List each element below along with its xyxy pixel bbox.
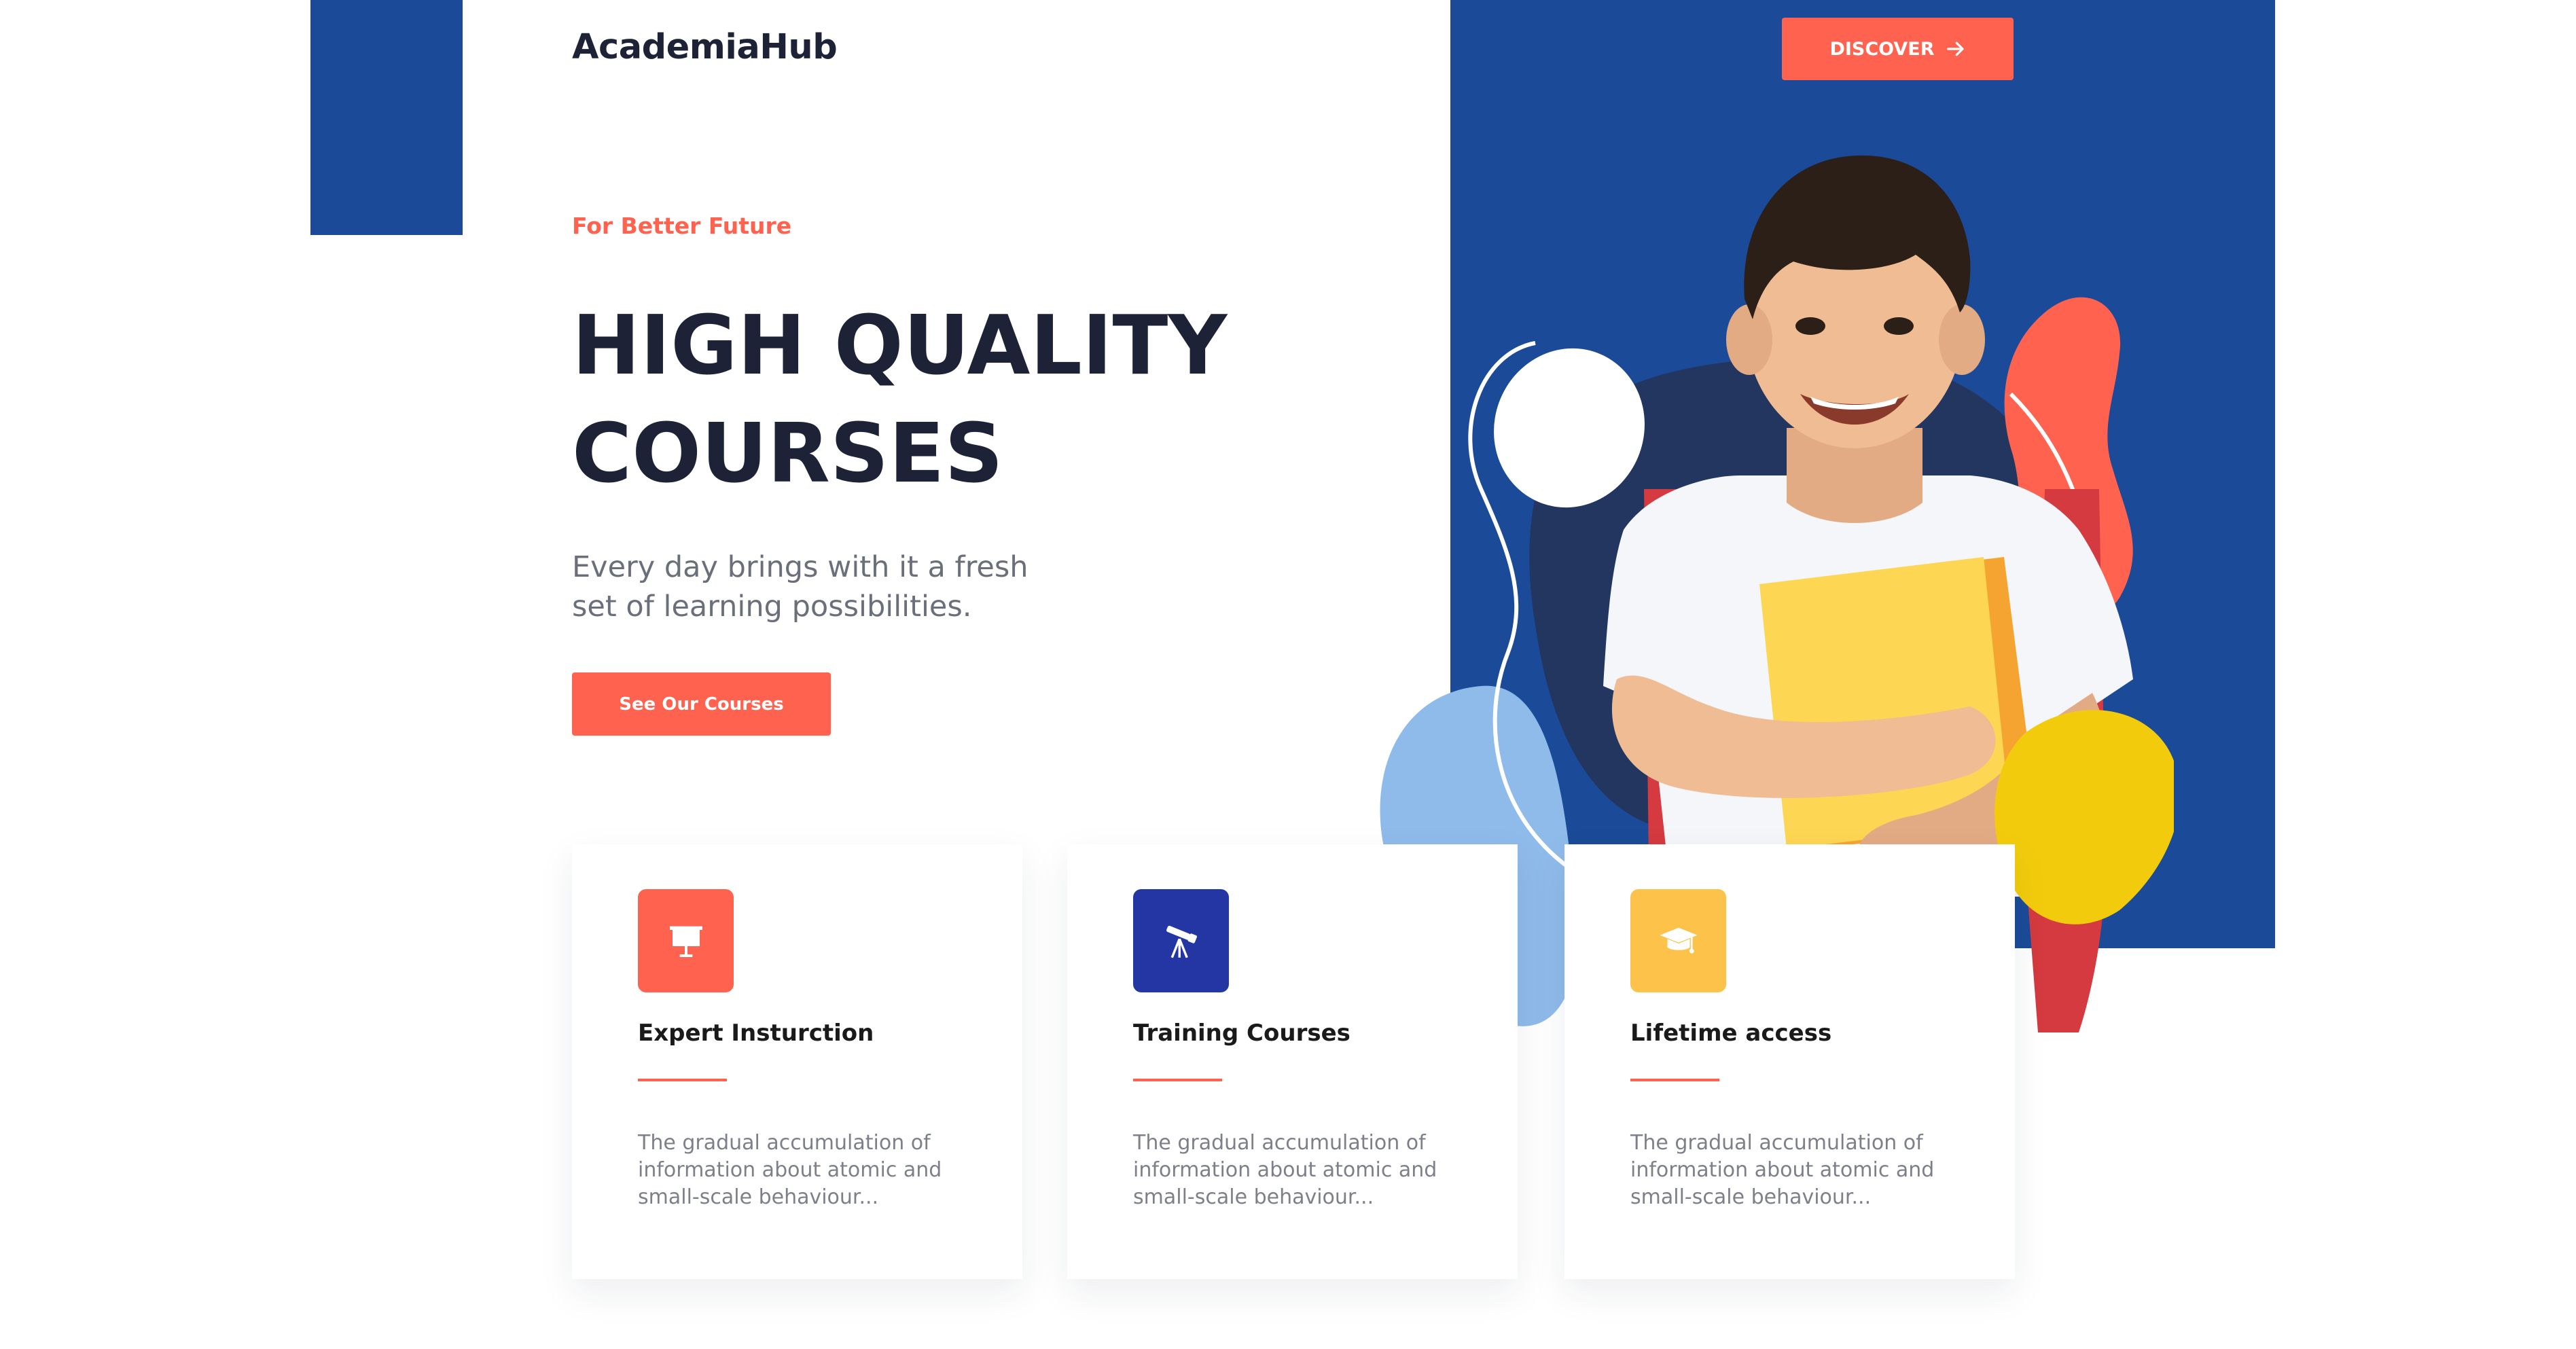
site-logo[interactable]: AcademiaHub <box>572 27 838 67</box>
feature-divider <box>1630 1079 1719 1081</box>
hero-subtext: Every day brings with it a fresh set of … <box>572 547 1048 626</box>
subtext-line-2: set of learning possibilities. <box>572 590 972 624</box>
headline-line-2: COURSES <box>572 407 1003 501</box>
decorative-accent-block <box>310 0 463 235</box>
arrow-right-icon <box>1946 39 1966 59</box>
feature-title: Lifetime access <box>1630 1020 1832 1047</box>
hero-tagline: For Better Future <box>572 213 792 239</box>
headline-line-1: HIGH QUALITY <box>572 299 1228 393</box>
feature-card-expert-instruction[interactable]: Expert Insturction The gradual accumulat… <box>572 844 1022 1279</box>
feature-card-training-courses[interactable]: Training Courses The gradual accumulatio… <box>1067 844 1518 1279</box>
feature-title: Training Courses <box>1133 1020 1350 1047</box>
see-courses-button[interactable]: See Our Courses <box>572 672 831 736</box>
left-ear <box>1726 304 1772 375</box>
feature-card-lifetime-access[interactable]: Lifetime access The gradual accumulation… <box>1564 844 2015 1279</box>
discover-button[interactable]: DISCOVER <box>1782 18 2014 80</box>
feature-divider <box>638 1079 727 1081</box>
right-ear <box>1939 304 1985 375</box>
feature-description: The gradual accumulation of information … <box>1133 1131 1437 1209</box>
presentation-board-icon <box>638 889 734 992</box>
feature-description: The gradual accumulation of information … <box>1630 1131 1935 1209</box>
subtext-line-1: Every day brings with it a fresh <box>572 550 1028 584</box>
hero-headline: HIGH QUALITY COURSES <box>572 292 1387 508</box>
feature-title: Expert Insturction <box>638 1020 874 1047</box>
yellow-blob <box>1994 710 2174 924</box>
discover-label: DISCOVER <box>1829 38 1935 60</box>
feature-divider <box>1133 1079 1222 1081</box>
right-eye <box>1884 317 1914 335</box>
feature-description: The gradual accumulation of information … <box>638 1131 942 1209</box>
telescope-icon <box>1133 889 1229 992</box>
graduation-cap-icon <box>1630 889 1726 992</box>
left-eye <box>1795 317 1825 335</box>
